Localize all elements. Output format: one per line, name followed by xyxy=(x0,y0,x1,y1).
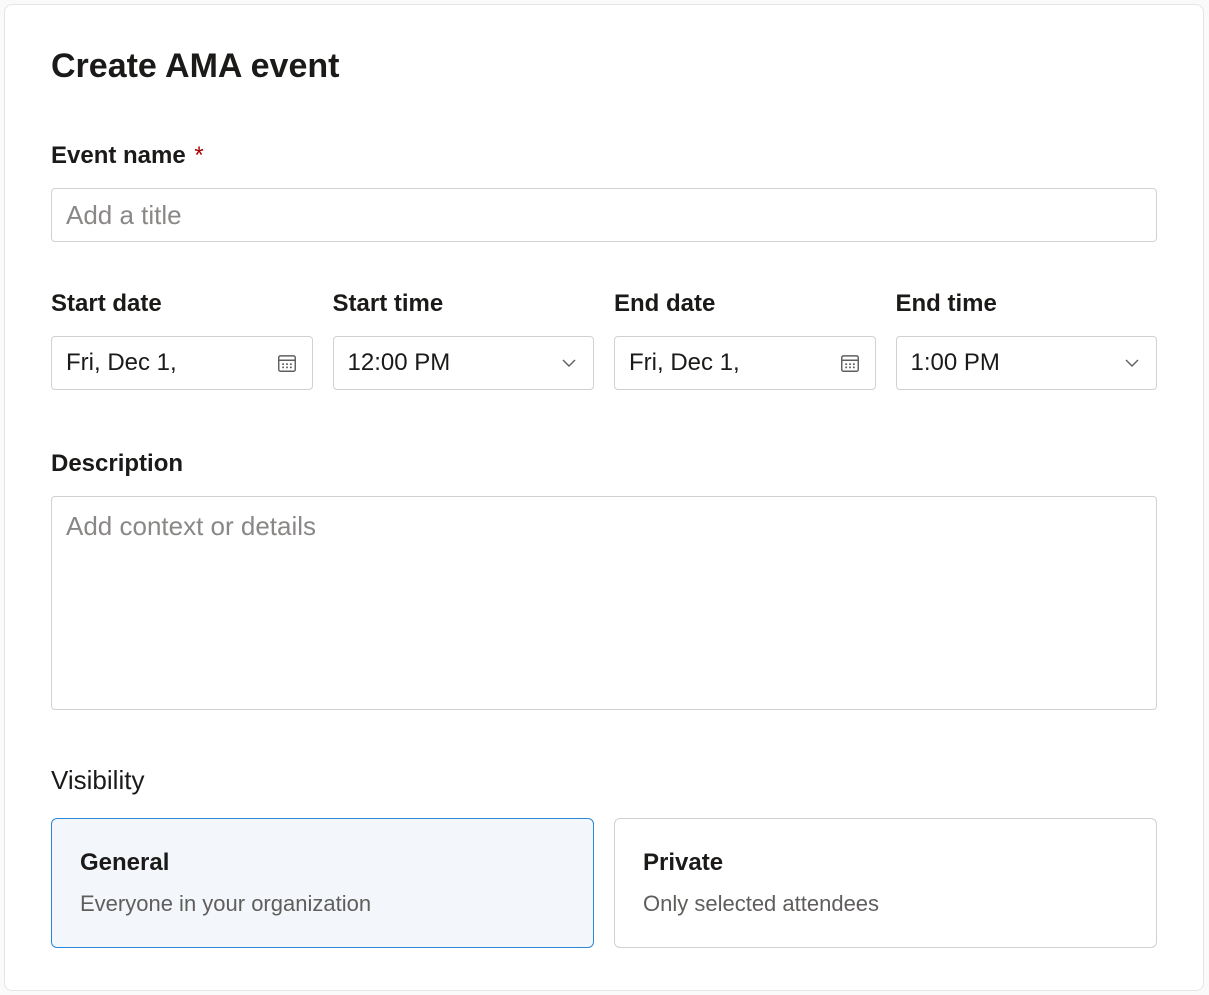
calendar-icon xyxy=(839,352,861,374)
chevron-down-icon xyxy=(559,353,579,373)
description-input[interactable] xyxy=(51,496,1157,710)
start-date-value: Fri, Dec 1, xyxy=(66,349,276,377)
calendar-icon xyxy=(276,352,298,374)
visibility-option-subtitle: Only selected attendees xyxy=(643,891,1128,917)
start-time-field: Start time 12:00 PM xyxy=(333,290,595,390)
required-indicator: * xyxy=(194,142,203,169)
visibility-label: Visibility xyxy=(51,765,1157,796)
visibility-option-general[interactable]: General Everyone in your organization xyxy=(51,818,594,948)
end-time-input[interactable]: 1:00 PM xyxy=(896,336,1158,390)
start-date-label: Start date xyxy=(51,290,313,318)
end-date-label: End date xyxy=(614,290,876,318)
end-date-field: End date Fri, Dec 1, xyxy=(614,290,876,390)
start-time-input[interactable]: 12:00 PM xyxy=(333,336,595,390)
visibility-field: Visibility General Everyone in your orga… xyxy=(51,765,1157,948)
end-date-input[interactable]: Fri, Dec 1, xyxy=(614,336,876,390)
event-name-label-text: Event name xyxy=(51,142,186,169)
chevron-down-icon xyxy=(1122,353,1142,373)
visibility-option-title: General xyxy=(80,849,565,877)
start-date-field: Start date Fri, Dec 1, xyxy=(51,290,313,390)
end-time-field: End time 1:00 PM xyxy=(896,290,1158,390)
start-time-value: 12:00 PM xyxy=(348,349,560,377)
event-name-label: Event name * xyxy=(51,142,1157,170)
end-time-value: 1:00 PM xyxy=(911,349,1123,377)
visibility-option-title: Private xyxy=(643,849,1128,877)
visibility-option-private[interactable]: Private Only selected attendees xyxy=(614,818,1157,948)
event-name-field: Event name * xyxy=(51,142,1157,242)
description-field: Description xyxy=(51,450,1157,715)
event-name-input[interactable] xyxy=(51,188,1157,242)
page-title: Create AMA event xyxy=(51,47,1157,86)
start-time-label: Start time xyxy=(333,290,595,318)
start-date-input[interactable]: Fri, Dec 1, xyxy=(51,336,313,390)
description-label: Description xyxy=(51,450,1157,478)
end-date-value: Fri, Dec 1, xyxy=(629,349,839,377)
visibility-options: General Everyone in your organization Pr… xyxy=(51,818,1157,948)
create-ama-event-form: Create AMA event Event name * Start date… xyxy=(4,4,1204,991)
end-time-label: End time xyxy=(896,290,1158,318)
datetime-row: Start date Fri, Dec 1, xyxy=(51,290,1157,390)
visibility-option-subtitle: Everyone in your organization xyxy=(80,891,565,917)
